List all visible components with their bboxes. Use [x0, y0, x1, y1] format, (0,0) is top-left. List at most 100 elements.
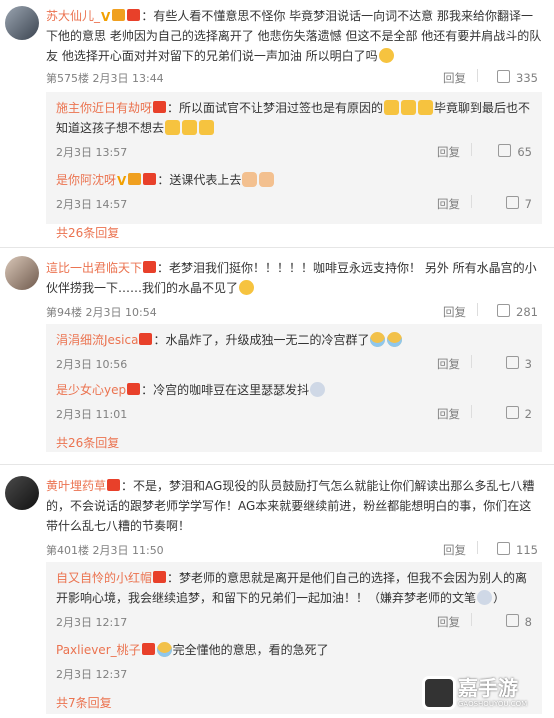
- member-badge-icon: [153, 571, 167, 583]
- divider: [0, 464, 554, 465]
- avatar[interactable]: [5, 256, 39, 290]
- like-button[interactable]: 65: [498, 144, 532, 159]
- member-badge-icon: [143, 173, 157, 185]
- avatar[interactable]: [5, 6, 39, 40]
- clap-emoji-icon: [259, 172, 275, 187]
- like-button[interactable]: 115: [497, 542, 538, 557]
- grin-emoji-icon: [239, 280, 255, 295]
- action-divider: [471, 143, 472, 156]
- reply-time: 2月3日 12:17: [56, 616, 128, 629]
- reply-body: ：水晶炸了，升级成独一无二的冷宫群了: [153, 333, 370, 347]
- reply-button[interactable]: 回复: [437, 196, 460, 212]
- cat-emoji-icon: [384, 100, 400, 115]
- reply-text: 是少女心yep ：冷宫的咖啡豆在这里瑟瑟发抖: [56, 380, 532, 400]
- reply-text: Paxliever_桃子 完全懂他的意思，看的急死了: [56, 640, 532, 660]
- g-logo-icon: [422, 676, 456, 710]
- reply-button[interactable]: 回复: [443, 542, 466, 558]
- member-badge-icon: [107, 479, 121, 491]
- reply-body-cont: ）: [493, 591, 506, 605]
- cat-emoji-icon: [182, 120, 198, 135]
- member-badge-icon: [143, 261, 157, 273]
- reply-actions: 回复 2: [412, 405, 532, 422]
- reply-text: 施主你近日有劫呀 ：所以面试官不让梦泪过签也是有原因的 毕竟聊到最后也不知道这孩子想…: [56, 98, 532, 138]
- reply-time: 2月3日 12:37: [56, 668, 128, 681]
- comment-meta: 第401楼 2月3日 11:50: [46, 544, 164, 557]
- comment-text: 這比一出君临天下 ：老梦泪我们挺你！！！！！咖啡豆永远支持你！ 另外 所有水晶宫的…: [46, 258, 542, 298]
- scared-emoji-icon: [310, 382, 326, 397]
- like-count: 8: [524, 615, 532, 629]
- reply-actions: 回复 8: [412, 613, 532, 630]
- reply-item: 是少女心yep ：冷宫的咖啡豆在这里瑟瑟发抖 2月3日 11:01 回复 2: [56, 380, 532, 421]
- reply-text: 自又自怜的小红帽 ：梦老师的意思就是离开是他们自己的选择，但我不会因为别人的离开影…: [56, 568, 532, 608]
- avatar[interactable]: [5, 476, 39, 510]
- cat-emoji-icon: [165, 120, 181, 135]
- action-divider: [471, 405, 472, 418]
- reply-body: 完全懂他的意思，看的急死了: [172, 643, 329, 657]
- like-button[interactable]: 281: [497, 304, 538, 319]
- like-button[interactable]: 7: [505, 196, 532, 211]
- reply-button[interactable]: 回复: [443, 304, 466, 320]
- reply-text: 涓涓细流Jesica ：水晶炸了，升级成独一无二的冷宫群了: [56, 330, 532, 350]
- reply-text: 是你阿沈呀V ：送课代表上去: [56, 170, 532, 190]
- thumb-up-icon: [505, 614, 519, 627]
- like-button[interactable]: 3: [505, 356, 532, 371]
- member-badge-icon: [139, 333, 153, 345]
- username-link[interactable]: Paxliever_桃子: [56, 643, 141, 657]
- reply-item: Paxliever_桃子 完全懂他的意思，看的急死了 2月3日 12:37: [56, 640, 532, 681]
- username-link[interactable]: 這比一出君临天下: [46, 261, 142, 275]
- reply-time: 2月3日 11:01: [56, 408, 128, 421]
- username-link[interactable]: 黄叶埋药草: [46, 479, 106, 493]
- reply-box: 涓涓细流Jesica ：水晶炸了，升级成独一无二的冷宫群了 2月3日 10:56 …: [46, 324, 542, 452]
- reply-body: ：冷宫的咖啡豆在这里瑟瑟发抖: [141, 383, 310, 397]
- comment-text: 苏大仙儿_V ：有些人看不懂意思不怪你 毕竟梦泪说话一向词不达意 那我来给你翻译一…: [46, 6, 542, 66]
- username-link[interactable]: 自又自怜的小红帽: [56, 571, 152, 585]
- username-link[interactable]: 施主你近日有劫呀: [56, 101, 152, 115]
- laugh-cry-emoji-icon: [370, 332, 386, 347]
- action-divider: [477, 69, 478, 82]
- watermark-logo: 嘉手游 GAOSHOUYOU.COM: [422, 672, 546, 716]
- reply-button[interactable]: 回复: [437, 614, 460, 630]
- smile-emoji-icon: [378, 48, 394, 63]
- scared-emoji-icon: [477, 590, 493, 605]
- like-count: 281: [516, 305, 538, 319]
- reply-item: 是你阿沈呀V ：送课代表上去 2月3日 14:57 回复 7: [56, 170, 532, 211]
- like-button[interactable]: 8: [505, 614, 532, 629]
- reply-button[interactable]: 回复: [437, 406, 460, 422]
- reply-body: ：送课代表上去: [157, 173, 242, 187]
- more-replies-link[interactable]: 共7条回复: [56, 694, 112, 711]
- vip-badge-icon: [128, 173, 142, 185]
- action-divider: [471, 195, 472, 208]
- action-divider: [471, 613, 472, 626]
- clap-emoji-icon: [242, 172, 258, 187]
- username-link[interactable]: 苏大仙儿_: [46, 9, 100, 23]
- username-link[interactable]: 是少女心yep: [56, 383, 126, 397]
- thumb-up-icon: [497, 70, 511, 83]
- like-count: 65: [517, 145, 532, 159]
- reply-item: 施主你近日有劫呀 ：所以面试官不让梦泪过签也是有原因的 毕竟聊到最后也不知道这孩子想…: [56, 98, 532, 159]
- watermark-name: 嘉手游: [458, 676, 518, 700]
- thumb-up-icon: [505, 356, 519, 369]
- reply-button[interactable]: 回复: [437, 356, 460, 372]
- thumb-up-icon: [505, 406, 519, 419]
- comment-meta: 第575楼 2月3日 13:44: [46, 72, 164, 85]
- like-button[interactable]: 2: [505, 406, 532, 421]
- member-badge-icon: [153, 101, 167, 113]
- comment-actions: 回复 115: [418, 541, 538, 558]
- reply-actions: 回复 7: [412, 195, 532, 212]
- watermark-url: GAOSHOUYOU.COM: [458, 700, 528, 708]
- more-replies-link[interactable]: 共26条回复: [56, 224, 119, 241]
- reply-button[interactable]: 回复: [437, 144, 460, 160]
- action-divider: [477, 303, 478, 316]
- like-count: 7: [524, 197, 532, 211]
- username-link[interactable]: 是你阿沈呀: [56, 173, 116, 187]
- member-badge-icon: [141, 643, 155, 655]
- comment-meta: 第94楼 2月3日 10:54: [46, 306, 157, 319]
- comment-actions: 回复 281: [418, 303, 538, 320]
- reply-button[interactable]: 回复: [443, 70, 466, 86]
- like-count: 2: [524, 407, 532, 421]
- like-button[interactable]: 335: [497, 70, 538, 85]
- like-count: 115: [516, 543, 538, 557]
- reply-item: 涓涓细流Jesica ：水晶炸了，升级成独一无二的冷宫群了 2月3日 10:56 …: [56, 330, 532, 371]
- username-link[interactable]: 涓涓细流Jesica: [56, 333, 138, 347]
- more-replies-link[interactable]: 共26条回复: [56, 434, 119, 451]
